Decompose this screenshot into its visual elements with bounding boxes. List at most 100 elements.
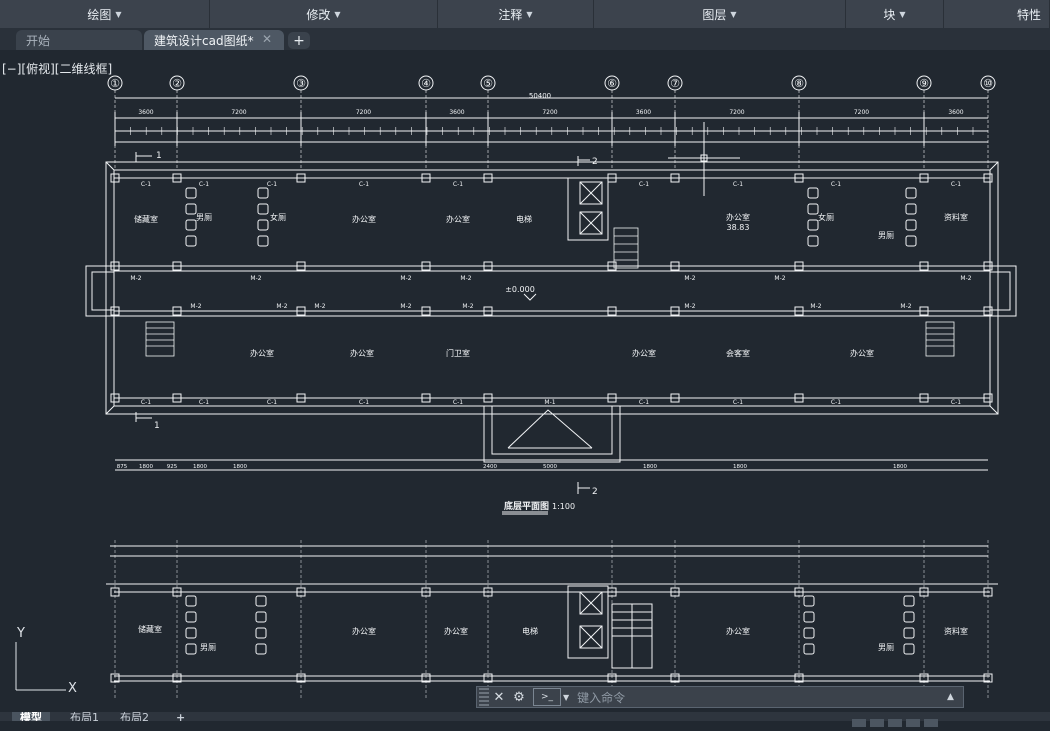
window-tag: C-1 [639, 399, 649, 406]
draw-panel-button[interactable]: 绘图 ▼ [0, 0, 210, 28]
new-tab-button[interactable]: + [288, 32, 310, 49]
drag-handle-icon[interactable] [479, 688, 489, 706]
polar-status-icon[interactable] [924, 719, 938, 727]
toilet-fixture [185, 611, 197, 623]
toilet-fixture [807, 235, 819, 247]
axis-label: ① [110, 77, 120, 90]
door-tag: M-2 [684, 303, 695, 310]
room-label: 办公室 [250, 348, 274, 358]
toilet-fixture [255, 643, 267, 655]
toilet-fixture [807, 203, 819, 215]
properties-panel-label: 特性 [1016, 7, 1041, 22]
ribbon-panel-bar: 绘图 ▼ 修改 ▼ 注释 ▼ 图层 ▼ 块 ▼ 特性 [0, 0, 1050, 29]
ucs-y-label: Y [16, 626, 25, 641]
bay-dimension: 7200 [542, 109, 557, 116]
level-mark: ±0.000 [505, 285, 535, 294]
main-door-tag: M-1 [544, 399, 555, 406]
bay-dimension: 7200 [231, 109, 246, 116]
door-tag: M-2 [314, 303, 325, 310]
room-label: 办公室 [444, 626, 468, 636]
room-label: 办公室 [352, 626, 376, 636]
door-tag: M-2 [960, 275, 971, 282]
file-tab-bar: 开始 建筑设计cad图纸* ✕ + [0, 28, 1050, 51]
ortho-status-icon[interactable] [906, 719, 920, 727]
tab-layout2[interactable]: 布局2 [112, 712, 157, 721]
window-tag: C-1 [831, 181, 841, 188]
chevron-down-icon: ▼ [334, 9, 341, 19]
annotation-panel-button[interactable]: 注释 ▼ [438, 0, 594, 28]
bottom-dimension: 5000 [543, 464, 557, 470]
room-label: 电梯 [522, 626, 538, 636]
room-label: 男厕 [878, 643, 894, 652]
close-icon[interactable]: ✕ [262, 32, 272, 46]
axis-markers: ① ② ③ ④ ⑤ ⑥ ⑦ ⑧ ⑨ ⑩ [107, 75, 996, 170]
command-prompt-icon[interactable]: >_ [533, 688, 561, 706]
bottom-dimension: 1800 [733, 464, 747, 470]
tab-drawing[interactable]: 建筑设计cad图纸* ✕ [144, 30, 284, 50]
window-tag: C-1 [453, 181, 463, 188]
tab-layout1[interactable]: 布局1 [62, 712, 107, 721]
command-input[interactable]: 键入命令 [577, 689, 947, 706]
door-tag: M-2 [774, 275, 785, 282]
window-tag: C-1 [141, 399, 151, 406]
toilet-fixture [803, 627, 815, 639]
door-tag: M-2 [684, 275, 695, 282]
tab-model[interactable]: 模型 [12, 712, 50, 721]
toilet-fixture [807, 219, 819, 231]
add-layout-button[interactable]: + [168, 712, 193, 721]
bay-dimension: 3600 [948, 109, 963, 116]
modify-panel-button[interactable]: 修改 ▼ [210, 0, 438, 28]
door-tag: M-2 [810, 303, 821, 310]
room-label: 男厕 [196, 213, 212, 222]
layers-panel-label: 图层 [702, 7, 727, 22]
window-tag: C-1 [359, 181, 369, 188]
plan-title-text: 底层平面图 [504, 500, 549, 512]
toilet-fixture [255, 595, 267, 607]
room-label: 办公室 [446, 214, 470, 224]
door-tag: M-2 [462, 303, 473, 310]
room-label: 女厕 [270, 212, 286, 222]
axis-label: ⑧ [794, 77, 804, 90]
toilet-fixture [905, 235, 917, 247]
tab-start-label: 开始 [26, 33, 51, 48]
toilet-fixture [185, 187, 197, 199]
toilet-fixture [255, 627, 267, 639]
model-status-icon[interactable] [852, 719, 866, 727]
properties-panel-button[interactable]: 特性 [944, 0, 1050, 28]
tab-start[interactable]: 开始 [16, 30, 142, 50]
chevron-down-icon[interactable]: ▼ [563, 693, 569, 702]
window-tag: C-1 [951, 399, 961, 406]
chevron-down-icon: ▼ [899, 9, 906, 19]
block-panel-label: 块 [883, 7, 896, 22]
room-label: 办公室 [350, 348, 374, 358]
toilet-fixture [185, 595, 197, 607]
layers-panel-button[interactable]: 图层 ▼ [594, 0, 846, 28]
axis-label: ⑨ [919, 77, 929, 90]
axis-label: ⑦ [670, 77, 680, 90]
block-panel-button[interactable]: 块 ▼ [846, 0, 944, 28]
toilet-fixture [257, 219, 269, 231]
room-label: 电梯 [516, 214, 532, 224]
level-triangle [523, 293, 537, 301]
window-tag: C-1 [453, 399, 463, 406]
toilet-fixture [255, 611, 267, 623]
bay-dimension: 3600 [449, 109, 464, 116]
room-label: 办公室 [726, 626, 750, 636]
window-tag: C-1 [199, 181, 209, 188]
door-tag: M-2 [460, 275, 471, 282]
bottom-dimension: 1800 [233, 464, 247, 470]
toilet-fixture [803, 643, 815, 655]
wrench-icon[interactable]: ⚙ [509, 690, 529, 705]
bay-dimension: 3600 [138, 109, 153, 116]
chevron-up-icon[interactable]: ▲ [947, 692, 963, 702]
structural-columns [110, 173, 993, 403]
grid-status-icon[interactable] [870, 719, 884, 727]
close-icon[interactable]: ✕ [489, 690, 509, 705]
toilet-fixture [903, 611, 915, 623]
toilet-fixture [905, 219, 917, 231]
window-tag: C-1 [267, 181, 277, 188]
window-tag: C-1 [951, 181, 961, 188]
ucs-axis-icon: Y X [15, 626, 77, 696]
snap-status-icon[interactable] [888, 719, 902, 727]
room-area: 38.83 [727, 223, 750, 232]
